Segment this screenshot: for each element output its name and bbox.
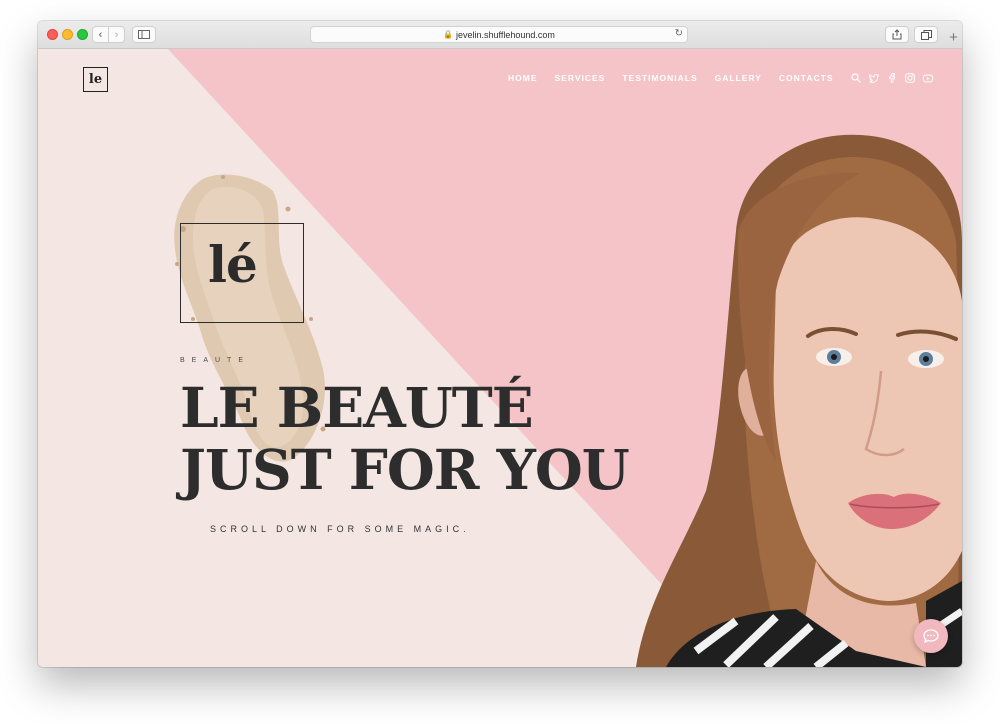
reload-icon[interactable]: ↻ bbox=[675, 28, 683, 39]
browser-toolbar: ‹ › 🔒 jevelin.shufflehound.com ↻ + bbox=[38, 21, 962, 49]
nav-services[interactable]: SERVICES bbox=[555, 73, 606, 83]
new-tab-icon: + bbox=[949, 28, 958, 46]
address-url: jevelin.shufflehound.com bbox=[456, 29, 555, 40]
chat-button[interactable] bbox=[914, 619, 948, 653]
nav-home[interactable]: HOME bbox=[508, 73, 538, 83]
back-icon: ‹ bbox=[98, 28, 103, 41]
share-icon bbox=[892, 29, 902, 40]
chat-icon bbox=[923, 629, 939, 643]
nav-contacts[interactable]: CONTACTS bbox=[779, 73, 834, 83]
browser-window: ‹ › 🔒 jevelin.shufflehound.com ↻ + le HO… bbox=[38, 21, 962, 667]
web-page: le HOME SERVICES TESTIMONIALS GALLERY CO… bbox=[38, 49, 962, 667]
share-button[interactable] bbox=[885, 26, 909, 43]
twitter-icon[interactable] bbox=[868, 73, 879, 83]
youtube-icon[interactable] bbox=[922, 73, 933, 83]
forward-icon: › bbox=[114, 28, 119, 41]
close-window-button[interactable] bbox=[47, 29, 58, 40]
hero-title-line-1: LE BEAUTÉ bbox=[180, 375, 534, 440]
back-button[interactable]: ‹ bbox=[92, 26, 109, 43]
forward-button[interactable]: › bbox=[108, 26, 125, 43]
lock-icon: 🔒 bbox=[443, 30, 454, 39]
hero-subtitle: SCROLL DOWN FOR SOME MAGIC. bbox=[210, 524, 470, 534]
sidebar-toggle-button[interactable] bbox=[132, 26, 156, 43]
new-tab-button[interactable]: + bbox=[945, 27, 962, 47]
address-bar[interactable]: 🔒 jevelin.shufflehound.com ↻ bbox=[310, 26, 688, 43]
zoom-window-button[interactable] bbox=[77, 29, 88, 40]
tabs-icon bbox=[920, 29, 932, 40]
brand-subtitle: BEAUTE bbox=[180, 357, 251, 364]
instagram-icon[interactable] bbox=[904, 73, 915, 83]
sidebar-icon bbox=[138, 30, 150, 39]
model-portrait-image bbox=[636, 134, 962, 667]
search-icon[interactable] bbox=[850, 73, 861, 83]
hero-title-line-2: JUST FOR YOU bbox=[180, 437, 630, 502]
site-logo[interactable]: le bbox=[83, 67, 108, 92]
nav-gallery[interactable]: GALLERY bbox=[715, 73, 762, 83]
nav-testimonials[interactable]: TESTIMONIALS bbox=[622, 73, 697, 83]
brand-mark: lé bbox=[208, 235, 258, 294]
site-logo-text: le bbox=[88, 72, 103, 87]
minimize-window-button[interactable] bbox=[62, 29, 73, 40]
facebook-icon[interactable] bbox=[887, 73, 897, 83]
tabs-overview-button[interactable] bbox=[914, 26, 938, 43]
main-navigation: HOME SERVICES TESTIMONIALS GALLERY CONTA… bbox=[508, 73, 941, 83]
hero-title: LE BEAUTÉ JUST FOR YOU bbox=[180, 375, 630, 502]
